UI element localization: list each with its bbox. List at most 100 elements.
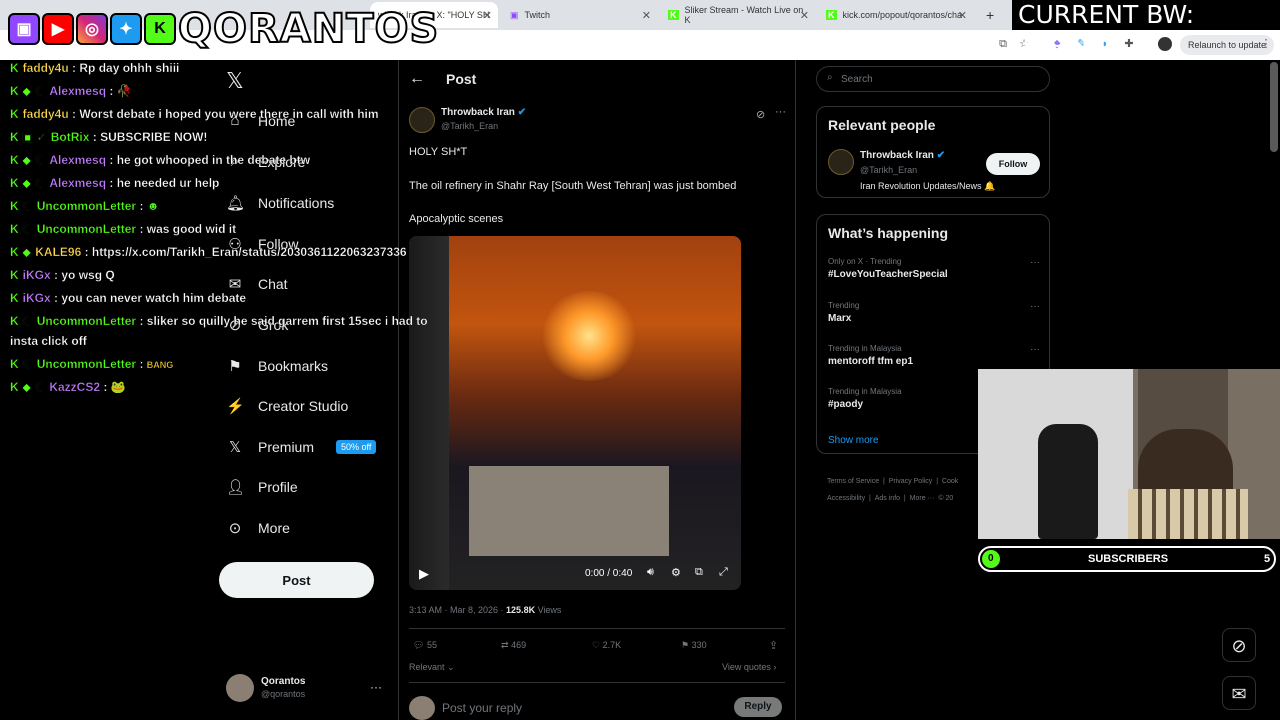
twitter-icon: ✦ <box>110 13 142 45</box>
footer-link[interactable]: Privacy Policy <box>889 478 933 485</box>
footer-link[interactable]: More ··· <box>910 495 935 502</box>
chat-badges: K ☾ <box>10 199 33 213</box>
close-icon[interactable]: ✕ <box>800 9 809 22</box>
sidebar-item-premium[interactable]: 𝕏 Premium 50% off <box>226 438 377 456</box>
sidebar-item-notifications[interactable]: 🔔︎ Notifications <box>226 194 334 212</box>
sidebar-item-creator-studio[interactable]: ⚡ Creator Studio <box>226 397 348 415</box>
chat-message: K ◆ ☾ KazzCS2 : 🐸 <box>10 380 126 394</box>
avatar <box>409 696 435 720</box>
close-icon[interactable]: ✕ <box>483 9 492 22</box>
chat-message: K ☾ UncommonLetter : was good wid it <box>10 222 236 236</box>
like-action[interactable]: ♡ 2.7K <box>592 640 621 651</box>
reply-button[interactable]: Reply <box>734 697 782 717</box>
post-button[interactable]: Post <box>219 562 374 598</box>
account-switcher[interactable]: Qorantos @qorantos ··· <box>226 674 386 704</box>
premium-badge: 50% off <box>336 440 377 454</box>
more-circle-icon: ⊙ <box>228 520 242 537</box>
trend-name: mentoroff tfm ep1 <box>828 356 913 367</box>
brand-logo: QORANTOS <box>177 5 440 53</box>
person-bio: Iran Revolution Updates/News 🔔 <box>860 181 996 191</box>
tab-twitch[interactable]: ▣ Twitch ✕ <box>502 2 657 28</box>
author-name[interactable]: Throwback Iran ✔ <box>441 107 526 118</box>
search-icon: ⌕ <box>827 72 833 83</box>
x-logo-icon[interactable]: 𝕏 <box>226 68 244 94</box>
sidebar-item-bookmarks[interactable]: ⚑ Bookmarks <box>226 357 328 375</box>
bookmark-action[interactable]: ⚑ 330 <box>681 640 707 651</box>
footer-link[interactable]: Accessibility <box>827 495 865 502</box>
post-text-line: The oil refinery in Shahr Ray [South Wes… <box>409 180 737 192</box>
scrollbar[interactable] <box>1270 62 1278 152</box>
account-handle: @qorantos <box>261 689 306 699</box>
person-handle: @Tarikh_Eran <box>860 165 918 175</box>
close-icon[interactable]: ✕ <box>958 9 967 22</box>
tab-kick-popout[interactable]: K kick.com/popout/qorantos/cha ✕ <box>818 2 973 28</box>
back-arrow-icon[interactable]: ← <box>409 70 425 88</box>
new-tab-button[interactable]: + <box>978 2 1000 28</box>
volume-icon[interactable]: 🔊︎ <box>647 566 654 579</box>
chat-message: Kfaddy4u : Rp day ohhh shiii <box>10 61 180 75</box>
footer-link[interactable]: Cook <box>942 478 958 485</box>
verified-icon: ✔ <box>936 150 946 161</box>
grok-icon[interactable]: ⊘ <box>1222 628 1256 662</box>
webcam-feed <box>978 369 1280 539</box>
chat-text: : Rp day ohhh shiii <box>72 61 180 75</box>
chat-badges: K ▣ ✓ <box>10 130 47 144</box>
sidebar-item-profile[interactable]: 👤︎ Profile <box>226 478 298 496</box>
puzzle-icon[interactable]: ✚ <box>1122 37 1136 51</box>
more-icon[interactable]: ··· <box>775 106 786 118</box>
more-icon[interactable]: ··· <box>1030 257 1040 268</box>
trend-item[interactable]: Trending Marx ··· <box>828 301 1040 324</box>
avatar[interactable] <box>409 107 435 133</box>
building <box>469 466 669 556</box>
menu-icon[interactable]: ⋮ <box>1259 37 1273 51</box>
video-player[interactable]: ▶ 0:00 / 0:40 🔊︎ ⚙ ⧉ ⤢ <box>409 236 741 590</box>
avatar[interactable] <box>828 149 854 175</box>
comment-icon: 💬︎ <box>413 640 425 650</box>
more-icon[interactable]: ··· <box>370 680 382 694</box>
share-icon[interactable]: ⇪ <box>769 639 778 652</box>
footer-link[interactable]: Terms of Service <box>827 478 879 485</box>
bookmark-icon: ⚑ <box>228 358 242 375</box>
install-icon[interactable]: ⧉ <box>996 37 1010 51</box>
chevron-down-icon: ⌄ <box>447 662 455 672</box>
person-name[interactable]: Throwback Iran ✔ <box>860 150 945 161</box>
subscriber-label: SUBSCRIBERS <box>1088 553 1169 565</box>
emote-icon: 🐸 <box>110 380 126 394</box>
repost-action[interactable]: ⇄ 469 <box>501 640 526 651</box>
bookmark-icon: ⚑ <box>681 640 690 650</box>
trend-item[interactable]: Only on X · Trending #LoveYouTeacherSpec… <box>828 257 1040 280</box>
grok-icon[interactable]: ⊘ <box>756 108 765 121</box>
chat-message: K ☾ UncommonLetter : sliker so quilly he … <box>10 314 428 328</box>
sidebar-item-more[interactable]: ⊙ More <box>226 519 290 537</box>
author-handle: @Tarikh_Eran <box>441 121 499 131</box>
relevant-sort[interactable]: Relevant ⌄ <box>409 662 455 673</box>
video-time: 0:00 / 0:40 <box>585 568 633 579</box>
trend-item[interactable]: Trending in Malaysia mentoroff tfm ep1 ·… <box>828 344 1040 367</box>
chat-badges: K ☾ <box>10 314 33 328</box>
messages-icon[interactable]: ✉ <box>1222 676 1256 710</box>
fullscreen-icon[interactable]: ⤢ <box>719 566 728 579</box>
more-icon[interactable]: ··· <box>1030 344 1040 355</box>
chat-text: : <box>103 380 108 394</box>
reply-input[interactable]: Post your reply <box>442 701 522 715</box>
tab-sliker[interactable]: K Sliker Stream - Watch Live on K ✕ <box>660 2 815 28</box>
play-icon[interactable]: ▶ <box>419 566 429 582</box>
avatar[interactable] <box>1158 37 1172 51</box>
lightning-icon: ⚡ <box>226 398 245 415</box>
view-quotes-link[interactable]: View quotes › <box>722 662 776 672</box>
close-icon[interactable]: ✕ <box>642 9 651 22</box>
reply-action[interactable]: 💬︎ 55 <box>413 640 437 651</box>
settings-icon[interactable]: ⚙ <box>671 566 681 579</box>
search-input[interactable]: ⌕ Search <box>816 66 1050 92</box>
card-title: Relevant people <box>828 117 936 133</box>
sidebar-item-label: Notifications <box>258 195 335 211</box>
follow-button[interactable]: Follow <box>986 153 1040 175</box>
user-icon: 👤︎ <box>226 479 246 496</box>
subscriber-current: 0 <box>988 553 994 564</box>
more-icon[interactable]: ··· <box>1030 301 1040 312</box>
chat-user: BotRix <box>50 130 90 144</box>
footer-link[interactable]: Ads info <box>875 495 900 502</box>
pip-icon[interactable]: ⧉ <box>695 566 703 579</box>
trend-context: Only on X · Trending <box>828 257 902 266</box>
show-more-link[interactable]: Show more <box>828 435 879 446</box>
